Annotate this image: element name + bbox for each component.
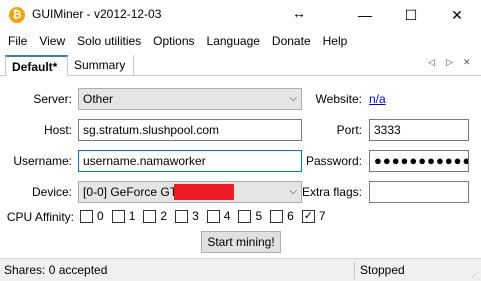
cpu-affinity-checkboxes: 0 1 2 3 4 5 6 ✓ 7 (80, 209, 334, 223)
menu-bar: File View Solo utilities Options Languag… (0, 30, 481, 52)
status-divider (354, 262, 355, 279)
extra-flags-label: Extra flags: (301, 185, 362, 199)
status-bar: Shares: 0 accepted Stopped ⋰ (0, 258, 481, 281)
server-value: Other (83, 92, 114, 106)
maximize-button[interactable]: ☐ (388, 0, 434, 30)
cpu-affinity-2[interactable]: 2 (143, 209, 167, 223)
window-title: GUIMiner - v2012-12-03 (32, 7, 162, 21)
device-dropdown[interactable]: [0-0] GeForce GTX ⌵ (78, 181, 302, 203)
menu-options[interactable]: Options (147, 30, 200, 52)
checkbox-icon[interactable] (206, 209, 220, 223)
checkbox-icon[interactable] (238, 209, 252, 223)
title-bar: ₿ GUIMiner - v2012-12-03 ↔ — ☐ ✕ (0, 0, 481, 30)
minimize-button[interactable]: — (342, 0, 388, 30)
tab-next-icon[interactable]: ▷ (446, 57, 453, 68)
miner-state: Stopped (360, 263, 405, 277)
cpu-affinity-5[interactable]: 5 (238, 209, 262, 223)
checkbox-icon[interactable] (270, 209, 284, 223)
resize-arrows-icon: ↔ (292, 5, 306, 21)
password-label: Password: (305, 154, 362, 168)
miner-settings-panel: Server: Other ⌵ Website: n/a Host: sg.st… (0, 76, 481, 258)
cpu-affinity-label: CPU Affinity: (6, 210, 74, 224)
shares-status: Shares: 0 accepted (4, 263, 108, 277)
cpu-affinity-4[interactable]: 4 (206, 209, 230, 223)
checkbox-checked-icon[interactable]: ✓ (301, 209, 315, 223)
redaction-block (174, 184, 234, 200)
password-input[interactable]: ●●●●●●●●●●● (369, 150, 469, 172)
username-input[interactable]: username.namaworker (78, 150, 302, 172)
chevron-down-icon: ⌵ (289, 186, 297, 197)
tab-close-icon[interactable]: ✕ (463, 57, 471, 68)
website-label: Website: (315, 92, 362, 106)
checkbox-icon[interactable] (80, 209, 93, 223)
cpu-affinity-6[interactable]: 6 (270, 209, 294, 223)
chevron-down-icon: ⌵ (289, 93, 297, 104)
host-input[interactable]: sg.stratum.slushpool.com (78, 119, 302, 141)
cpu-affinity-3[interactable]: 3 (175, 209, 199, 223)
cpu-affinity-0[interactable]: 0 (80, 209, 104, 223)
cpu-affinity-7[interactable]: ✓ 7 (301, 209, 326, 223)
server-dropdown[interactable]: Other ⌵ (78, 88, 302, 110)
server-label: Server: (33, 92, 72, 106)
username-label: Username: (13, 154, 72, 168)
checkbox-icon[interactable] (111, 209, 125, 223)
menu-file[interactable]: File (2, 30, 33, 52)
port-label: Port: (336, 123, 362, 137)
menu-donate[interactable]: Donate (266, 30, 317, 52)
tab-strip: Default* Summary ◁ ▷ ✕ (0, 52, 481, 77)
port-input[interactable]: 3333 (369, 119, 469, 141)
device-label: Device: (31, 185, 72, 199)
start-mining-button[interactable]: Start mining! (201, 231, 281, 253)
menu-help[interactable]: Help (317, 30, 354, 52)
close-button[interactable]: ✕ (434, 0, 480, 30)
checkbox-icon[interactable] (175, 209, 189, 223)
device-value: [0-0] GeForce GTX (83, 185, 186, 199)
menu-view[interactable]: View (33, 30, 71, 52)
menu-solo-utilities[interactable]: Solo utilities (71, 30, 147, 52)
tab-default[interactable]: Default* (5, 55, 68, 77)
bitcoin-app-icon: ₿ (9, 7, 25, 23)
tab-prev-icon[interactable]: ◁ (428, 57, 435, 68)
host-label: Host: (43, 123, 72, 137)
extra-flags-input[interactable] (369, 181, 469, 203)
resize-grip-icon[interactable]: ⋰ (471, 270, 479, 279)
tab-summary[interactable]: Summary (68, 55, 134, 77)
website-link[interactable]: n/a (369, 92, 386, 106)
checkbox-icon[interactable] (143, 209, 157, 223)
menu-language[interactable]: Language (201, 30, 266, 52)
cpu-affinity-1[interactable]: 1 (111, 209, 135, 223)
